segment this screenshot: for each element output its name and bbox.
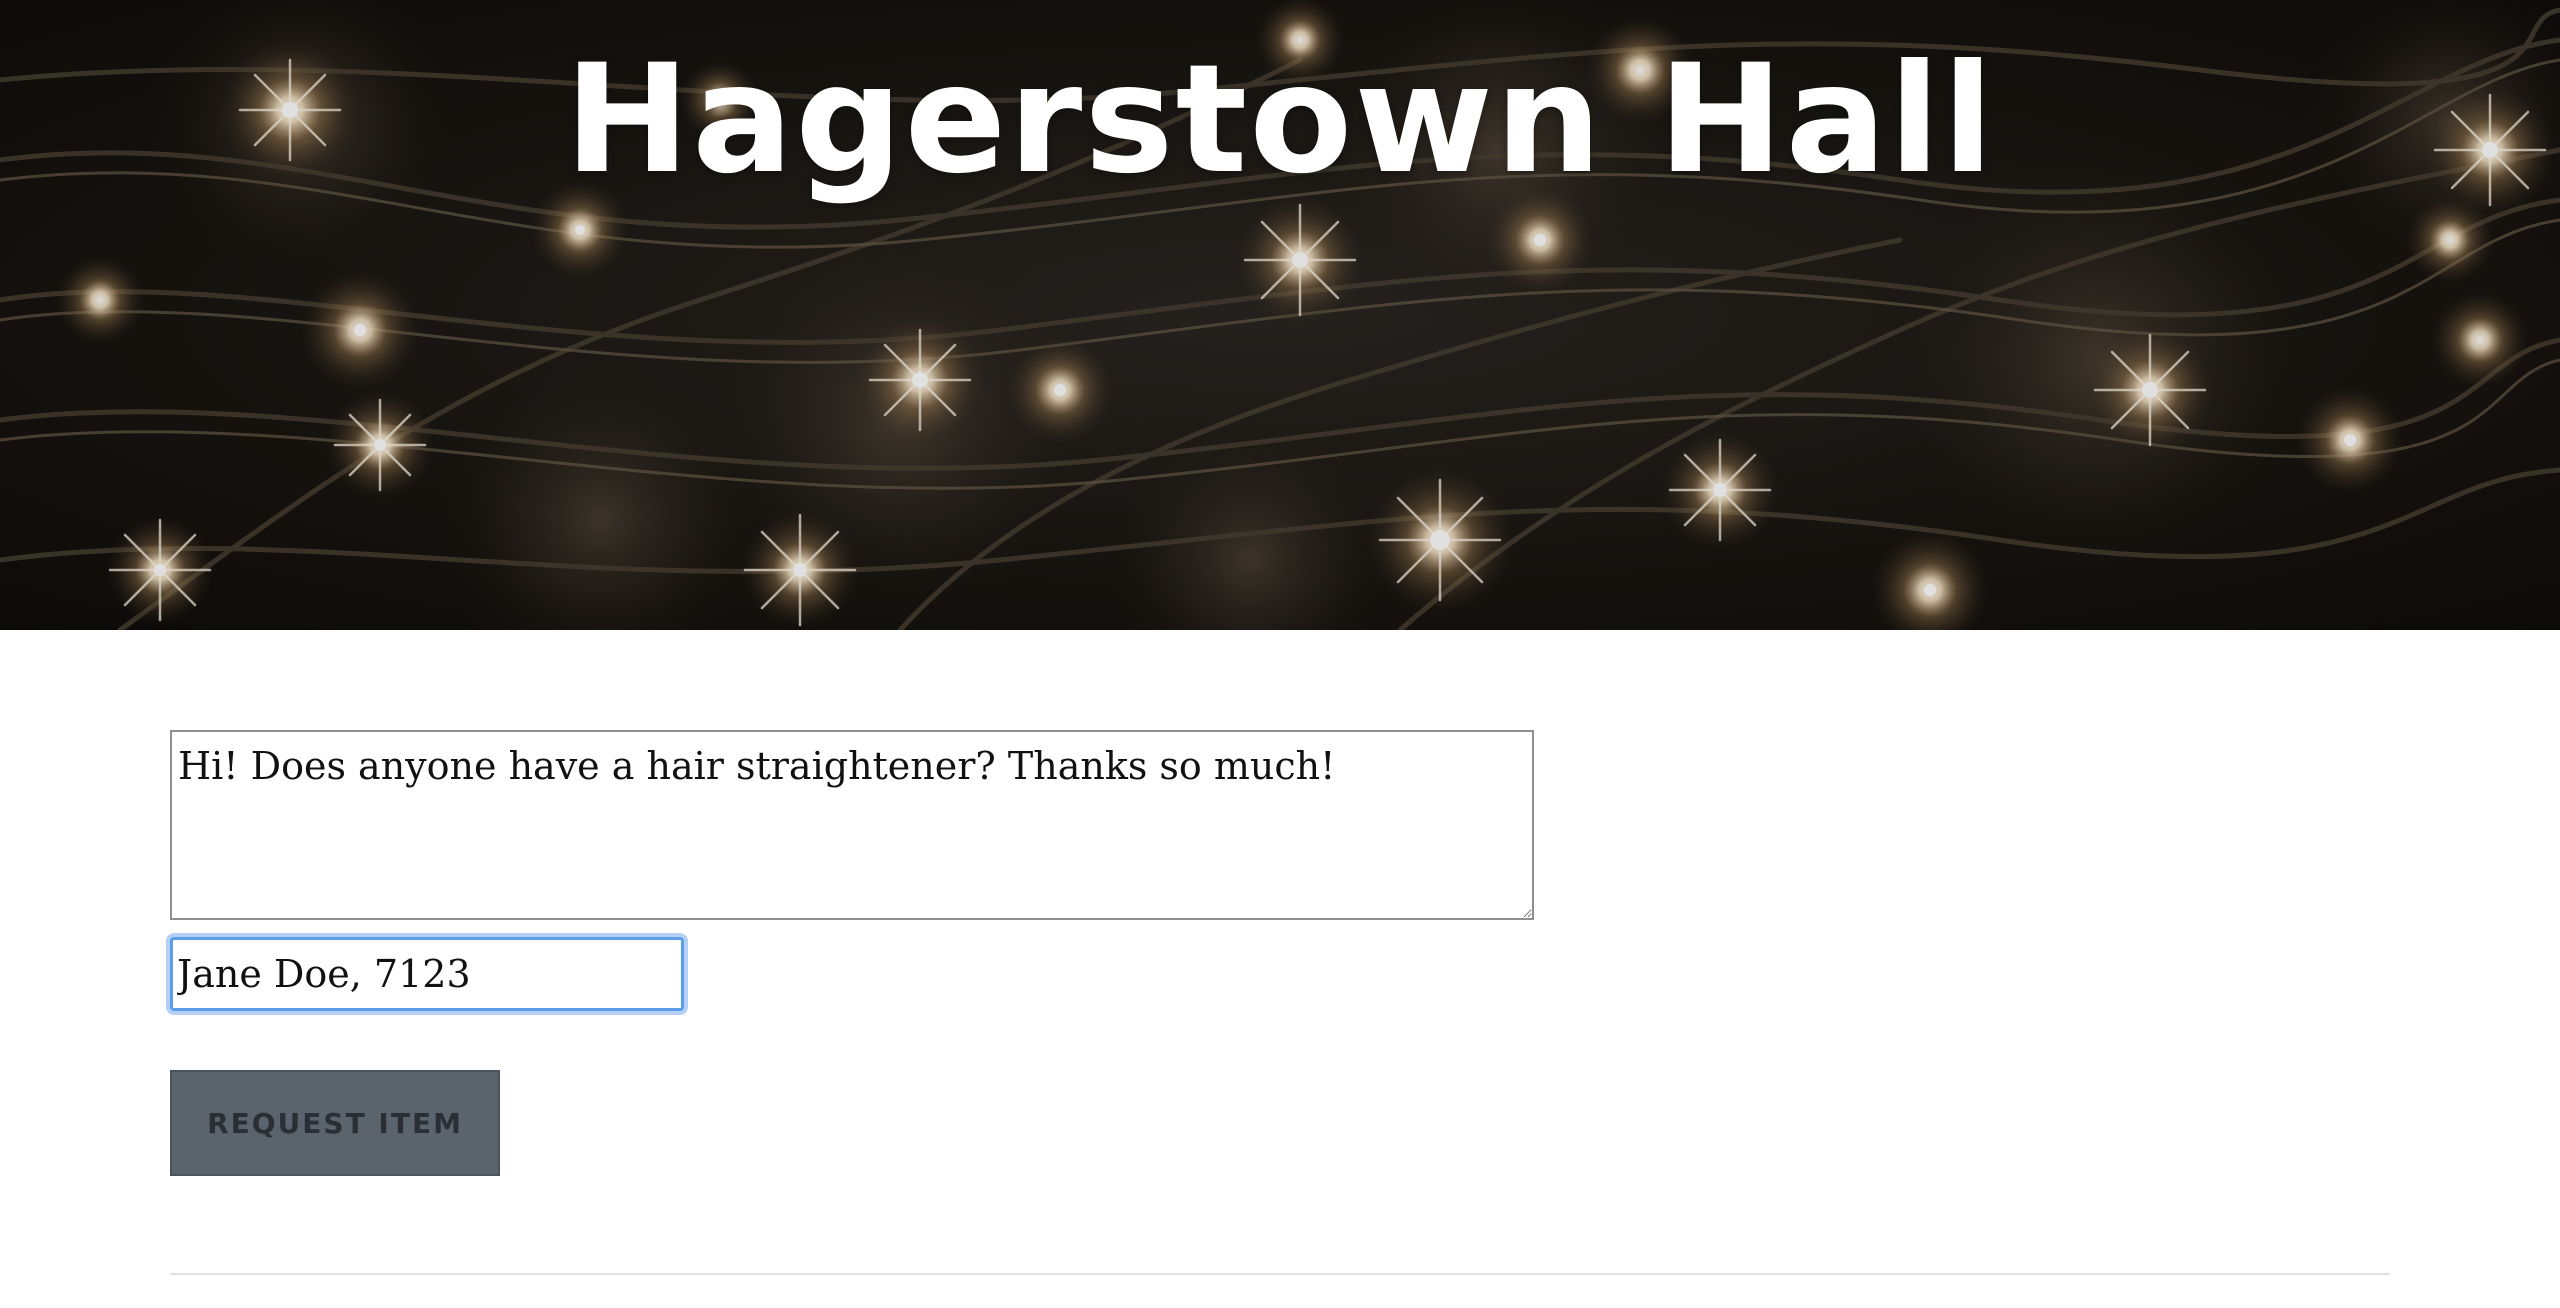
section-divider [170, 1273, 2390, 1275]
page: Hagerstown Hall Hi! Does anyone have a h… [0, 0, 2560, 1308]
page-title: Hagerstown Hall [564, 33, 1996, 207]
requester-name-room-input[interactable] [170, 937, 684, 1011]
hero-banner: Hagerstown Hall [0, 0, 2560, 630]
request-message-textarea[interactable]: Hi! Does anyone have a hair straightener… [170, 730, 1534, 920]
request-item-button[interactable]: Request Item [170, 1070, 500, 1176]
